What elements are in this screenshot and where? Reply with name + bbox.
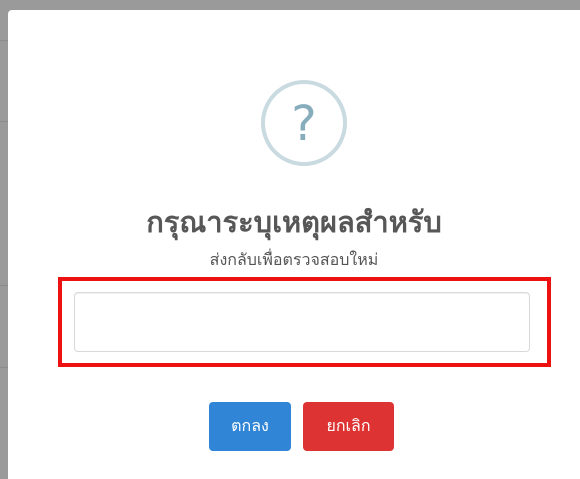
question-icon: ? [261, 80, 347, 166]
confirm-button[interactable]: ตกลง [209, 402, 291, 451]
question-mark-glyph: ? [291, 96, 317, 152]
reason-input[interactable] [74, 292, 530, 352]
reason-dialog: ? กรุณาระบุเหตุผลสำหรับ ส่งกลับเพื่อตรวจ… [8, 10, 580, 479]
cancel-button[interactable]: ยกเลิก [303, 402, 394, 451]
dialog-subtitle: ส่งกลับเพื่อตรวจสอบใหม่ [209, 250, 379, 269]
dialog-title: กรุณาระบุเหตุผลสำหรับ [146, 205, 442, 239]
